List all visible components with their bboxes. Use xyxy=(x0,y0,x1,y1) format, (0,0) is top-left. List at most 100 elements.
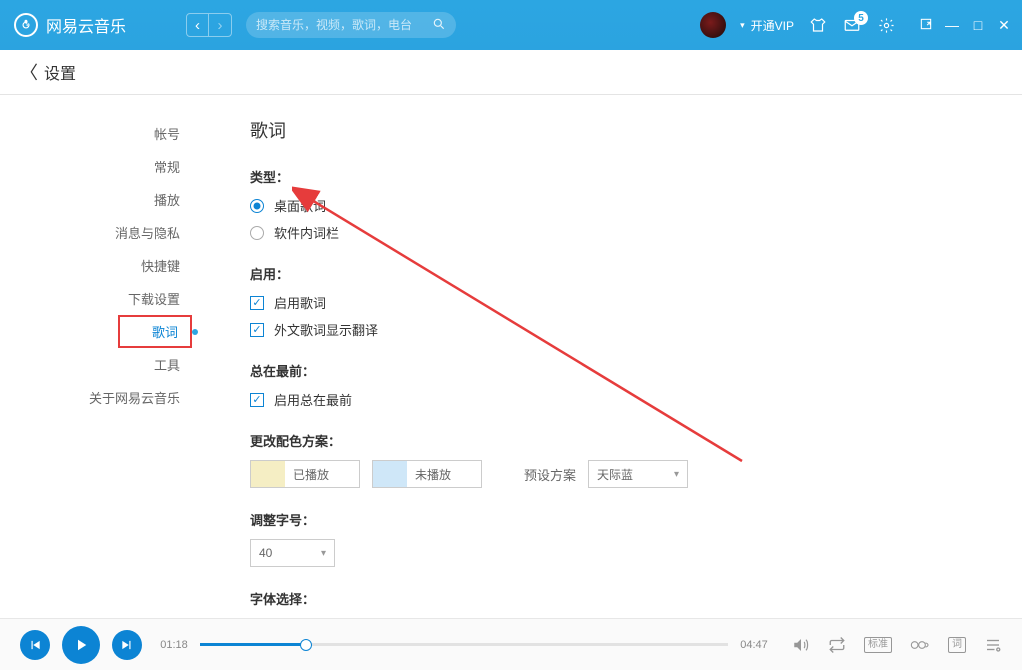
window-controls: — □ ✕ xyxy=(918,17,1012,34)
app-name: 网易云音乐 xyxy=(46,13,126,37)
chevron-down-icon: ▾ xyxy=(321,548,326,559)
quality-button[interactable]: 标准 xyxy=(864,637,892,653)
swatch-label: 已播放 xyxy=(293,466,329,483)
mail-icon[interactable]: 5 xyxy=(842,15,862,35)
app-logo-icon xyxy=(14,13,38,37)
minimize-icon[interactable]: — xyxy=(944,17,960,34)
check-translate[interactable]: ✓ 外文歌词显示翻译 xyxy=(250,320,972,339)
color-row: 已播放 未播放 预设方案 天际蓝 ▾ xyxy=(250,460,972,488)
sidebar-item-label: 工具 xyxy=(154,355,180,374)
subheader: 〈 设置 xyxy=(0,50,1022,95)
skin-icon[interactable] xyxy=(808,15,828,35)
unplayed-color-button[interactable]: 未播放 xyxy=(372,460,482,488)
sidebar-item-playback[interactable]: 播放 xyxy=(0,183,200,216)
dropdown-value: 天际蓝 xyxy=(597,466,633,483)
playlist-icon[interactable] xyxy=(984,636,1002,654)
check-enable-lyrics[interactable]: ✓ 启用歌词 xyxy=(250,293,972,312)
sidebar-item-download[interactable]: 下载设置 xyxy=(0,282,200,315)
sidebar-item-privacy[interactable]: 消息与隐私 xyxy=(0,216,200,249)
next-button[interactable] xyxy=(112,630,142,660)
sidebar-item-account[interactable]: 帐号 xyxy=(0,117,200,150)
lyric-toggle-button[interactable]: 词 xyxy=(948,637,966,653)
progress-knob[interactable] xyxy=(300,639,312,651)
maximize-icon[interactable]: □ xyxy=(970,17,986,34)
check-label: 外文歌词显示翻译 xyxy=(274,320,378,339)
swatch-icon xyxy=(251,461,285,487)
sidebar-item-label: 快捷键 xyxy=(141,256,180,275)
sidebar-item-label: 帐号 xyxy=(154,124,180,143)
fontsize-block: 调整字号： 40 ▾ xyxy=(250,510,972,567)
volume-icon[interactable] xyxy=(792,636,810,654)
font-block: 字体选择： 华文宋体▾ xyxy=(250,589,972,618)
player-bar: 01:18 04:47 标准 词 xyxy=(0,618,1022,670)
sidebar-item-about[interactable]: 关于网易云音乐 xyxy=(0,381,200,414)
close-icon[interactable]: ✕ xyxy=(996,17,1012,34)
swatch-icon xyxy=(373,461,407,487)
mini-mode-icon[interactable] xyxy=(918,17,934,34)
nav-back-icon[interactable]: ‹ xyxy=(187,14,209,36)
check-always-top[interactable]: ✓ 启用总在最前 xyxy=(250,390,972,409)
content: 帐号 常规 播放 消息与隐私 快捷键 下载设置 歌词 工具 关于网易云音乐 歌词… xyxy=(0,95,1022,618)
sidebar-item-label: 关于网易云音乐 xyxy=(89,388,180,407)
color-block: 更改配色方案： 已播放 未播放 预设方案 天际蓝 ▾ xyxy=(250,431,972,488)
always-top-block: 总在最前： ✓ 启用总在最前 xyxy=(250,361,972,409)
sidebar-item-label: 常规 xyxy=(154,157,180,176)
enable-label: 启用： xyxy=(250,264,972,283)
always-top-label: 总在最前： xyxy=(250,361,972,380)
check-label: 启用歌词 xyxy=(274,293,326,312)
time-elapsed: 01:18 xyxy=(154,639,194,651)
prev-button[interactable] xyxy=(20,630,50,660)
vip-link[interactable]: ▾开通VIP xyxy=(740,17,794,34)
progress-bar[interactable] xyxy=(200,643,728,646)
check-label: 启用总在最前 xyxy=(274,390,352,409)
play-button[interactable] xyxy=(62,626,100,664)
loop-icon[interactable] xyxy=(828,636,846,654)
progress-fill xyxy=(200,643,306,646)
fontsize-dropdown[interactable]: 40 ▾ xyxy=(250,539,335,567)
preset-label: 预设方案 xyxy=(524,465,576,484)
sidebar-item-shortcuts[interactable]: 快捷键 xyxy=(0,249,200,282)
dropdown-value: 40 xyxy=(259,546,272,560)
settings-main: 歌词 类型： 桌面歌词 软件内词栏 启用： ✓ 启用歌词 ✓ 外文歌词显示翻译 总在… xyxy=(200,95,1022,618)
sidebar-item-lyrics[interactable]: 歌词 xyxy=(118,315,192,348)
sidebar-item-label: 消息与隐私 xyxy=(115,223,180,242)
section-title: 歌词 xyxy=(250,117,972,143)
sidebar-item-general[interactable]: 常规 xyxy=(0,150,200,183)
search-icon[interactable] xyxy=(432,17,446,34)
back-icon[interactable]: 〈 xyxy=(20,59,38,85)
sidebar-item-tools[interactable]: 工具 xyxy=(0,348,200,381)
search-bar[interactable] xyxy=(246,12,456,38)
radio-inapp-lyrics[interactable]: 软件内词栏 xyxy=(250,223,972,242)
chevron-down-icon: ▾ xyxy=(674,469,679,480)
gear-icon[interactable] xyxy=(876,15,896,35)
sidebar-item-label: 歌词 xyxy=(152,322,178,341)
nav-arrows: ‹ › xyxy=(186,13,232,37)
avatar[interactable] xyxy=(700,12,726,38)
fontsize-label: 调整字号： xyxy=(250,510,972,529)
vip-label: 开通VIP xyxy=(751,17,794,34)
mail-badge: 5 xyxy=(854,11,868,25)
sidebar-item-label: 下载设置 xyxy=(128,289,180,308)
radio-icon xyxy=(250,226,264,240)
titlebar-right: ▾开通VIP 5 — □ ✕ xyxy=(700,12,1012,38)
time-total: 04:47 xyxy=(734,639,774,651)
swatch-label: 未播放 xyxy=(415,466,451,483)
settings-sidebar: 帐号 常规 播放 消息与隐私 快捷键 下载设置 歌词 工具 关于网易云音乐 xyxy=(0,95,200,618)
sidebar-item-label: 播放 xyxy=(154,190,180,209)
radio-label: 软件内词栏 xyxy=(274,223,339,242)
type-block: 类型： 桌面歌词 软件内词栏 xyxy=(250,167,972,242)
checkbox-icon: ✓ xyxy=(250,296,264,310)
font-label: 字体选择： xyxy=(250,589,972,608)
radio-desktop-lyrics[interactable]: 桌面歌词 xyxy=(250,196,972,215)
preset-dropdown[interactable]: 天际蓝 ▾ xyxy=(588,460,688,488)
played-color-button[interactable]: 已播放 xyxy=(250,460,360,488)
color-label: 更改配色方案： xyxy=(250,431,972,450)
nav-forward-icon[interactable]: › xyxy=(209,14,231,36)
page-title: 设置 xyxy=(44,60,76,84)
effects-icon[interactable] xyxy=(910,637,930,653)
player-right: 标准 词 xyxy=(792,636,1002,654)
checkbox-icon: ✓ xyxy=(250,393,264,407)
search-input[interactable] xyxy=(256,18,428,32)
checkbox-icon: ✓ xyxy=(250,323,264,337)
active-dot-icon xyxy=(192,329,198,335)
